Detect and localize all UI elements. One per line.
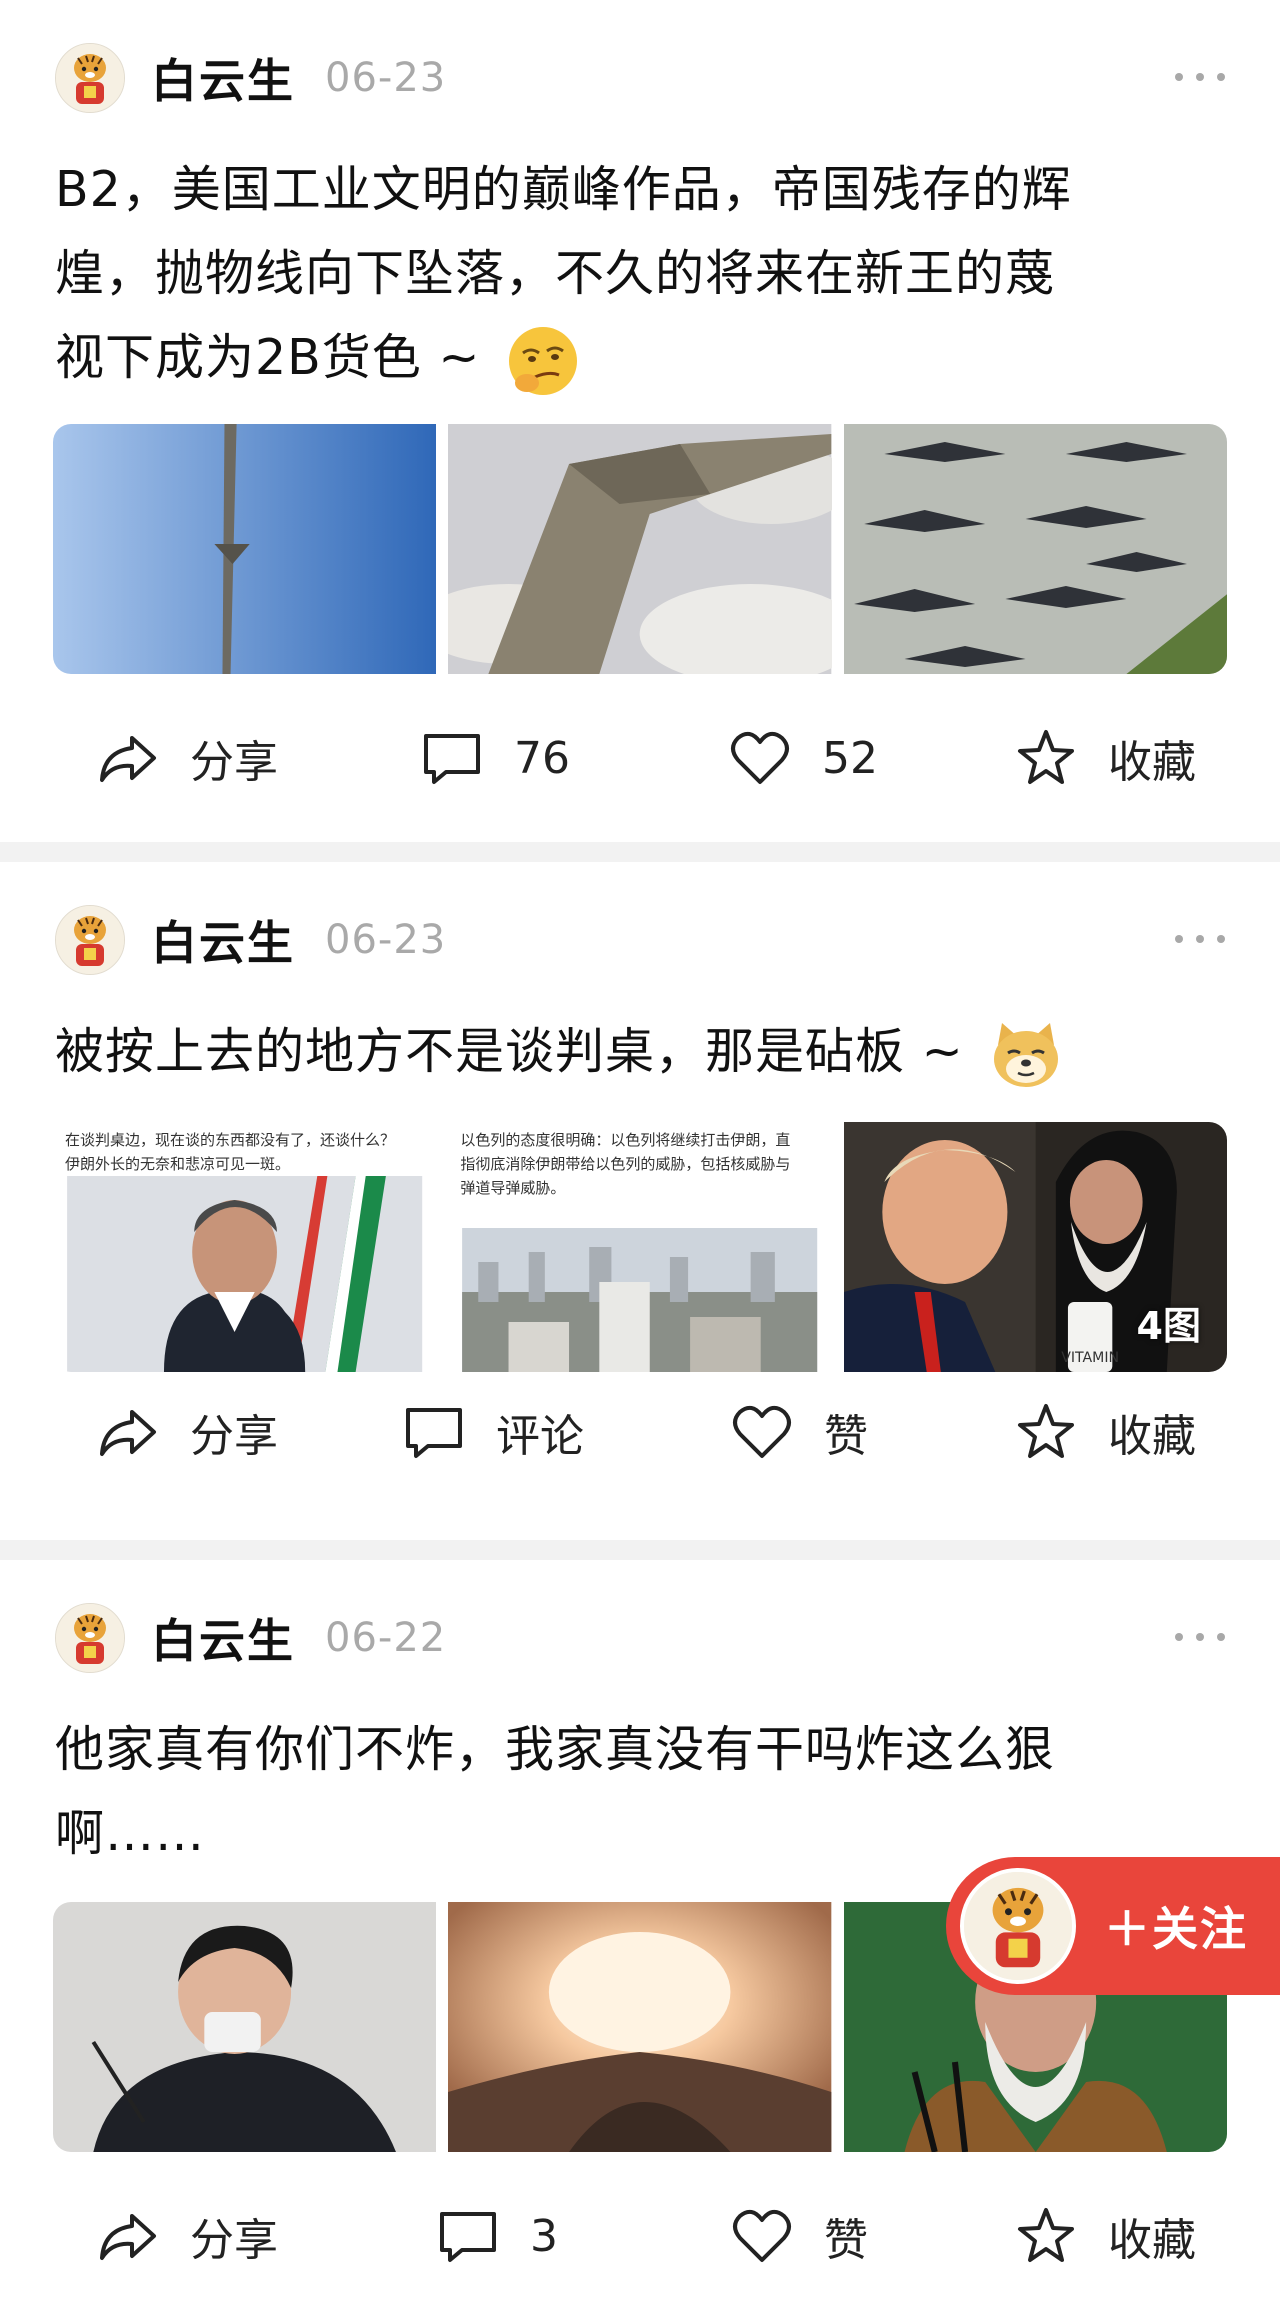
smug-thinking-emoji-icon [509, 326, 577, 395]
share-label: 分享 [190, 737, 278, 788]
comment-count: 76 [514, 732, 570, 784]
post-image-grid [53, 424, 1227, 674]
post-text-line: 他家真有你们不炸，我家真没有干吗炸这么狠 [55, 1721, 1056, 1778]
star-icon [1018, 1404, 1074, 1458]
post-actions: 分享 3 赞 收藏 [0, 2186, 1280, 2286]
post-actions: 分享 评论 赞 收藏 [0, 1382, 1280, 1482]
post-text-line: 视下成为2B货色 ~ [55, 329, 497, 386]
comment-count: 3 [530, 2210, 558, 2262]
post-header: 白云生 06-22 [55, 1602, 446, 1674]
post-card: 白云生 06-23 B2，美国工业文明的巅峰作品，帝国残存的辉 煌，抛物线向下坠… [0, 0, 1280, 840]
author-avatar [960, 1868, 1076, 1984]
author-name[interactable]: 白云生 [151, 907, 295, 973]
post-image[interactable]: 以色列的态度很明确：以色列将继续打击伊朗，直指彻底消除伊朗带给以色列的威胁，包括… [448, 1122, 832, 1372]
star-icon [1018, 2208, 1074, 2262]
post-image[interactable] [53, 1902, 437, 2152]
vitamin-label: VITAMIN [1061, 1350, 1119, 1366]
comment-label: 评论 [496, 1411, 584, 1462]
image-count-badge: 4图 [1136, 1304, 1201, 1348]
share-label: 分享 [190, 2215, 278, 2266]
author-name[interactable]: 白云生 [151, 1605, 295, 1671]
share-button[interactable]: 分享 [96, 2186, 278, 2286]
like-button[interactable]: 赞 [730, 1382, 868, 1482]
post-divider [0, 1540, 1280, 1560]
post-text-line: 被按上去的地方不是谈判桌，那是砧板 ~ [55, 1023, 981, 1080]
heart-icon [731, 731, 789, 784]
more-options-icon[interactable] [1175, 924, 1225, 954]
favorite-button[interactable]: 收藏 [1014, 2186, 1196, 2286]
like-label: 赞 [824, 1411, 868, 1462]
share-icon [100, 2214, 156, 2260]
post-image[interactable]: 在谈判桌边，现在谈的东西都没有了，还谈什么？伊朗外长的无奈和悲凉可见一斑。 [53, 1122, 437, 1372]
more-options-icon[interactable] [1175, 62, 1225, 92]
post-date: 06-22 [325, 1615, 447, 1661]
post-text[interactable]: 被按上去的地方不是谈判桌，那是砧板 ~ [55, 1010, 1225, 1094]
comment-icon [440, 2212, 496, 2262]
follow-label: ＋关注 [1104, 1902, 1248, 1956]
like-label: 赞 [824, 2215, 868, 2266]
share-icon [100, 1410, 156, 1456]
favorite-label: 收藏 [1108, 1411, 1196, 1462]
post-text[interactable]: B2，美国工业文明的巅峰作品，帝国残存的辉 煌，抛物线向下坠落，不久的将来在新王… [55, 148, 1225, 400]
author-avatar[interactable] [55, 43, 125, 113]
post-divider [0, 842, 1280, 862]
comment-icon [424, 734, 480, 784]
post-image[interactable] [448, 1902, 832, 2152]
post-date: 06-23 [325, 55, 447, 101]
favorite-button[interactable]: 收藏 [1014, 1382, 1196, 1482]
post-header: 白云生 06-23 [55, 904, 446, 976]
post-date: 06-23 [325, 917, 447, 963]
share-button[interactable]: 分享 [96, 708, 278, 808]
doge-emoji-icon [994, 1022, 1059, 1087]
share-button[interactable]: 分享 [96, 1382, 278, 1482]
post-actions: 分享 76 52 收藏 [0, 708, 1280, 808]
comment-button[interactable]: 76 [420, 708, 570, 808]
more-options-icon[interactable] [1175, 1622, 1225, 1652]
favorite-label: 收藏 [1108, 737, 1196, 788]
post-text-line: B2，美国工业文明的巅峰作品，帝国残存的辉 [55, 161, 1072, 218]
comment-icon [406, 1408, 462, 1458]
comment-button[interactable]: 3 [436, 2186, 558, 2286]
heart-icon [733, 2209, 791, 2262]
like-button[interactable]: 52 [728, 708, 878, 808]
favorite-button[interactable]: 收藏 [1014, 708, 1196, 808]
favorite-label: 收藏 [1108, 2215, 1196, 2266]
post-card: 白云生 06-23 被按上去的地方不是谈判桌，那是砧板 ~ 在谈判桌边，现在谈的… [0, 862, 1280, 1538]
like-button[interactable]: 赞 [730, 2186, 868, 2286]
post-image[interactable] [448, 424, 832, 674]
post-image-grid: 在谈判桌边，现在谈的东西都没有了，还谈什么？伊朗外长的无奈和悲凉可见一斑。 以色… [53, 1122, 1227, 1372]
like-count: 52 [822, 732, 878, 784]
share-label: 分享 [190, 1411, 278, 1462]
follow-button[interactable]: ＋关注 [946, 1857, 1280, 1995]
author-name[interactable]: 白云生 [151, 45, 295, 111]
heart-icon [733, 1405, 791, 1458]
share-icon [100, 736, 156, 782]
post-image[interactable]: VITAMIN 4图 [843, 1122, 1227, 1372]
author-avatar[interactable] [55, 905, 125, 975]
star-icon [1018, 730, 1074, 784]
post-text-line: 煌，抛物线向下坠落，不久的将来在新王的蔑 [55, 245, 1056, 302]
author-avatar[interactable] [55, 1603, 125, 1673]
post-header: 白云生 06-23 [55, 42, 446, 114]
post-image[interactable] [843, 424, 1227, 674]
post-text[interactable]: 他家真有你们不炸，我家真没有干吗炸这么狠 啊…… [55, 1708, 1225, 1876]
comment-button[interactable]: 评论 [402, 1382, 584, 1482]
post-image[interactable] [53, 424, 437, 674]
